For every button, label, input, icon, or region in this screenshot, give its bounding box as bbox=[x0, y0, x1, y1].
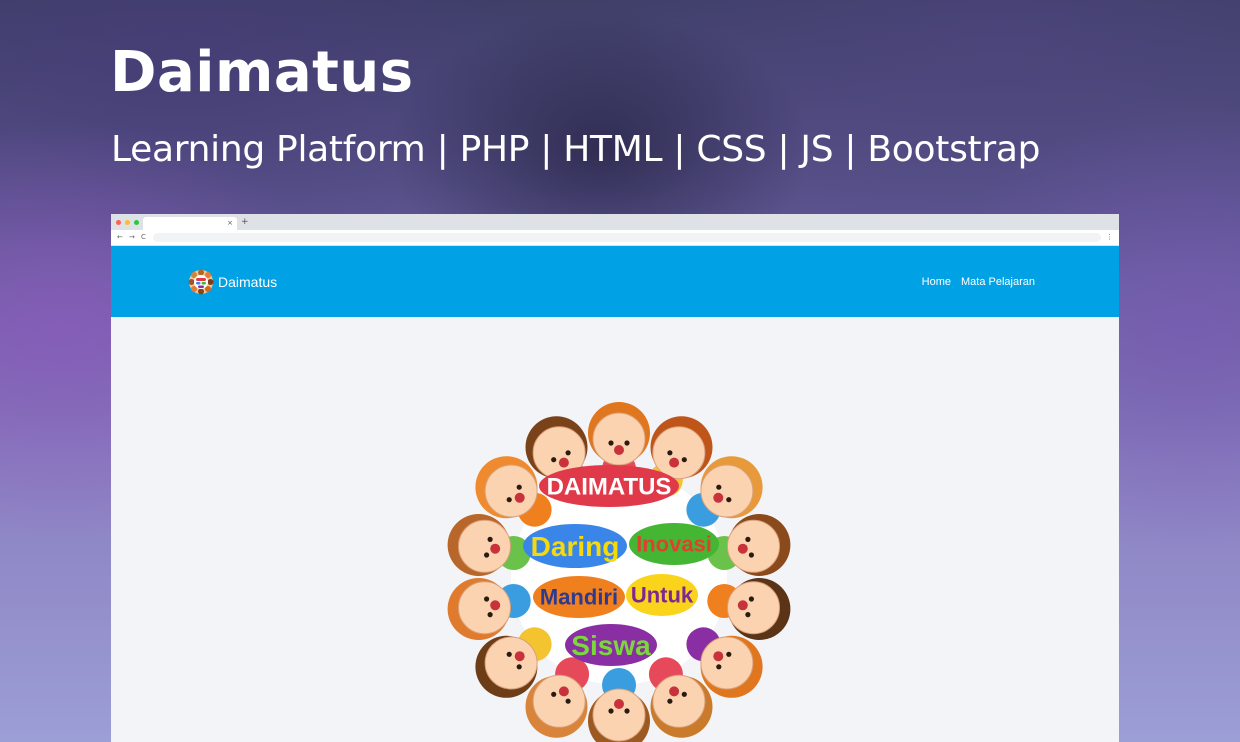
word-bubble-text: Daring bbox=[531, 531, 620, 562]
kid-mouth bbox=[713, 492, 724, 503]
nav-link-mata-pelajaran[interactable]: Mata Pelajaran bbox=[961, 274, 1035, 290]
kid-eye bbox=[487, 612, 493, 618]
nav-menu: Home Mata Pelajaran bbox=[922, 274, 1035, 290]
back-icon[interactable]: ← bbox=[117, 232, 123, 242]
kid-face-skin bbox=[458, 581, 511, 635]
page-subtitle: Learning Platform | PHP | HTML | CSS | J… bbox=[111, 129, 1041, 170]
address-bar[interactable] bbox=[153, 233, 1101, 242]
word-bubble: Inovasi bbox=[629, 523, 719, 565]
kid-eye bbox=[551, 691, 557, 697]
kid-eye bbox=[484, 596, 490, 602]
kid-eye bbox=[487, 536, 493, 542]
kid-face-skin bbox=[532, 674, 586, 728]
reload-icon[interactable]: C bbox=[141, 232, 146, 242]
word-bubble: Siswa bbox=[565, 624, 657, 666]
kid-eye bbox=[667, 450, 673, 456]
site-navbar: Daimatus Home Mata Pelajaran bbox=[111, 246, 1119, 317]
brand-link[interactable]: Daimatus bbox=[188, 268, 277, 296]
kid-face bbox=[707, 514, 791, 576]
kid-eye bbox=[748, 596, 754, 602]
kid-eye bbox=[726, 497, 732, 503]
kid-mouth bbox=[614, 445, 624, 455]
word-bubble: DAIMATUS bbox=[539, 465, 679, 507]
window-maximize-dot[interactable] bbox=[134, 220, 139, 225]
kid-mouth bbox=[669, 686, 680, 697]
kid-eye bbox=[608, 708, 614, 714]
kid-face-skin bbox=[652, 674, 706, 728]
page-title: Daimatus bbox=[110, 40, 414, 105]
browser-toolbar: ← → C ⋮ bbox=[111, 230, 1119, 246]
kid-eye bbox=[745, 612, 751, 618]
window-minimize-dot[interactable] bbox=[125, 220, 130, 225]
browser-mockup: × + ← → C ⋮ Daimatus Home Mata Pelajaran… bbox=[111, 214, 1119, 742]
word-bubble: Untuk bbox=[626, 574, 698, 616]
brand-logo-icon bbox=[188, 269, 214, 295]
kid-mouth bbox=[490, 543, 501, 554]
tab-close-icon[interactable]: × bbox=[227, 217, 233, 230]
browser-tab-bar: × + bbox=[111, 214, 1119, 230]
kid-eye bbox=[745, 536, 751, 542]
kid-mouth bbox=[737, 600, 748, 611]
word-bubble-text: Mandiri bbox=[540, 585, 618, 610]
kid-face bbox=[447, 578, 531, 640]
kid-eye bbox=[565, 450, 571, 456]
word-bubble-text: Siswa bbox=[571, 630, 651, 661]
kid-eye bbox=[681, 457, 687, 463]
kid-eye bbox=[716, 484, 722, 490]
kid-face-skin bbox=[727, 519, 780, 573]
kid-eye bbox=[624, 708, 630, 714]
word-bubble-text: Untuk bbox=[631, 583, 694, 608]
kid-mouth bbox=[514, 651, 525, 662]
brand-name: Daimatus bbox=[218, 274, 278, 290]
kid-face-skin bbox=[484, 464, 538, 518]
kid-face bbox=[707, 578, 791, 640]
kid-face bbox=[447, 514, 531, 576]
kid-mouth bbox=[490, 600, 501, 611]
kid-eye bbox=[484, 552, 490, 558]
kid-eye bbox=[506, 651, 512, 657]
kid-face-skin bbox=[727, 581, 780, 635]
word-bubble: Mandiri bbox=[533, 576, 625, 618]
kid-eye bbox=[551, 457, 557, 463]
kid-mouth bbox=[558, 686, 569, 697]
kid-eye bbox=[624, 440, 630, 446]
kid-face-skin bbox=[700, 464, 754, 518]
forward-icon[interactable]: → bbox=[129, 232, 135, 242]
kid-eye bbox=[608, 440, 614, 446]
kid-eye bbox=[716, 664, 722, 670]
kid-face-skin bbox=[458, 519, 511, 573]
browser-menu-icon[interactable]: ⋮ bbox=[1106, 232, 1113, 242]
new-tab-icon[interactable]: + bbox=[241, 216, 249, 228]
kid-eye bbox=[667, 698, 673, 704]
kid-face-skin bbox=[484, 636, 538, 690]
nav-link-home[interactable]: Home bbox=[922, 274, 951, 290]
kid-face-skin bbox=[652, 426, 706, 480]
kid-face-skin bbox=[700, 636, 754, 690]
kid-mouth bbox=[737, 543, 748, 554]
kid-eye bbox=[516, 664, 522, 670]
kids-circle-illustration: DAIMATUS Daring Inovasi Mandiri Untuk Siswa bbox=[447, 402, 791, 742]
word-bubble-text: Inovasi bbox=[636, 532, 712, 557]
kid-face-skin bbox=[592, 412, 646, 466]
browser-tab[interactable]: × bbox=[143, 217, 237, 230]
kid-mouth bbox=[514, 492, 525, 503]
kid-eye bbox=[506, 497, 512, 503]
kid-eye bbox=[565, 698, 571, 704]
kid-mouth bbox=[614, 699, 624, 709]
window-close-dot[interactable] bbox=[116, 220, 121, 225]
word-bubble-text: DAIMATUS bbox=[547, 473, 672, 500]
kid-mouth bbox=[558, 457, 569, 468]
kid-eye bbox=[726, 651, 732, 657]
kid-eye bbox=[681, 691, 687, 697]
kid-eye bbox=[516, 484, 522, 490]
kid-face-skin bbox=[592, 688, 646, 742]
kid-mouth bbox=[669, 457, 680, 468]
kid-mouth bbox=[713, 651, 724, 662]
word-bubble: Daring bbox=[523, 524, 627, 568]
kid-eye bbox=[748, 552, 754, 558]
